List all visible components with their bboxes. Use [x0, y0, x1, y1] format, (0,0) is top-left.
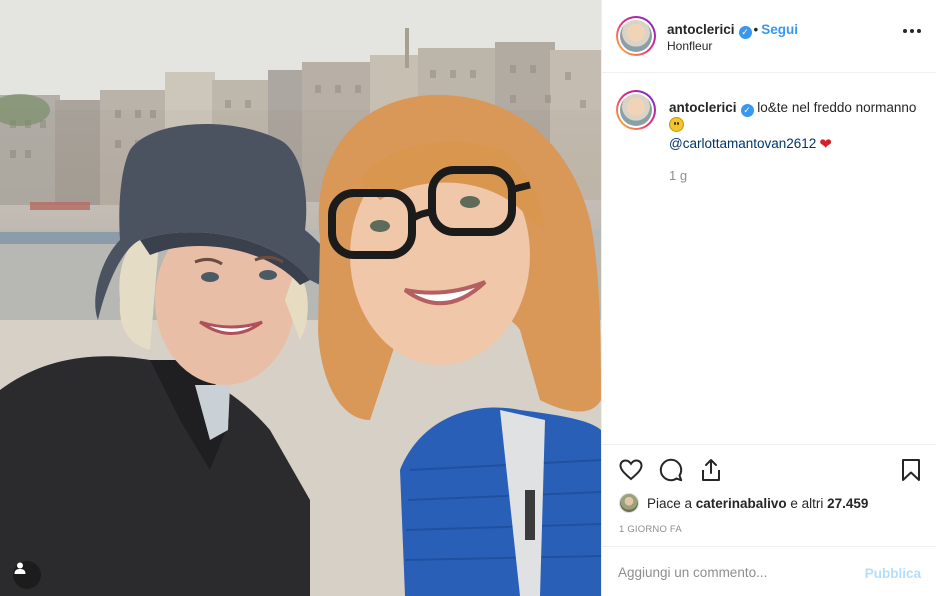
author-username[interactable]: antoclerici	[667, 22, 735, 37]
likes-summary[interactable]: Piace a caterinabalivo e altri 27.459	[619, 492, 868, 514]
verified-badge-icon: ✓	[740, 103, 754, 117]
post-date[interactable]: 1 GIORNO FA	[619, 524, 682, 535]
comment-bar: Pubblica	[602, 546, 936, 596]
verified-badge-icon: ✓	[738, 26, 752, 39]
caption-username[interactable]: antoclerici	[669, 100, 737, 115]
likes-middle: e altri	[786, 495, 828, 511]
post-photo[interactable]	[0, 0, 601, 596]
likes-prefix: Piace a	[647, 495, 696, 511]
caption-author-avatar[interactable]	[616, 90, 656, 130]
liker-username[interactable]: caterinabalivo	[696, 496, 787, 511]
separator-dot: •	[753, 22, 759, 37]
user-tag-icon[interactable]	[13, 561, 41, 589]
caption-timestamp[interactable]: 1 g	[669, 168, 687, 183]
location-link[interactable]: Honfleur	[667, 39, 712, 53]
likes-count[interactable]: 27.459	[827, 496, 868, 511]
comment-bubble-icon[interactable]	[658, 457, 684, 483]
post-header: antoclerici ✓ • Segui Honfleur	[602, 0, 936, 73]
red-heart-emoji-icon: ❤	[819, 136, 832, 153]
selfie-photo-illustration	[0, 0, 601, 596]
liker-avatar[interactable]	[619, 493, 639, 513]
follow-button[interactable]: Segui	[761, 22, 798, 37]
author-avatar[interactable]	[616, 16, 656, 56]
share-icon[interactable]	[698, 457, 724, 483]
more-options-icon[interactable]	[903, 28, 921, 34]
comment-input[interactable]	[618, 561, 838, 583]
likes-text: Piace a caterinabalivo e altri 27.459	[647, 496, 868, 511]
post-side-panel: antoclerici ✓ • Segui Honfleur antoclerici ✓…	[601, 0, 936, 596]
caption-text: antoclerici ✓ lo&te nel freddo normanno @…	[669, 99, 919, 154]
author-line: antoclerici ✓ • Segui	[667, 22, 798, 39]
actions-section: Piace a caterinabalivo e altri 27.459 1 …	[602, 444, 936, 546]
mention-link[interactable]: @carlottamantovan2612	[669, 136, 816, 151]
smiling-face-emoji-icon	[669, 117, 684, 132]
publish-button[interactable]: Pubblica	[865, 566, 921, 581]
caption-body: lo&te nel freddo normanno	[757, 100, 917, 115]
heart-outline-icon[interactable]	[618, 457, 644, 483]
bookmark-icon[interactable]	[898, 457, 924, 483]
